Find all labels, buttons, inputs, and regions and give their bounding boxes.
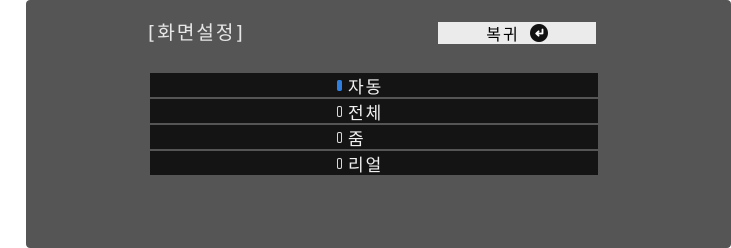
radio-indicator [337,105,342,117]
menu-title: [화면설정] [148,22,245,44]
option-real[interactable]: 리얼 [150,151,598,176]
option-zoom[interactable]: 줌 [150,125,598,150]
option-label: 전체 [348,103,384,124]
aspect-option-list: 자동 전체 줌 리얼 [150,73,598,177]
option-label: 리얼 [348,155,384,176]
option-label: 자동 [348,77,384,98]
radio-indicator [337,79,342,91]
return-arrow-icon [529,24,548,42]
osd-menu-panel: [화면설정] 복귀 자동 전체 줌 리얼 [26,0,731,248]
option-full[interactable]: 전체 [150,99,598,124]
option-label: 줌 [348,129,366,150]
radio-indicator [337,157,342,169]
radio-indicator [337,131,342,143]
option-auto[interactable]: 자동 [150,73,598,98]
return-label: 복귀 [486,25,520,44]
return-button[interactable]: 복귀 [438,22,596,44]
